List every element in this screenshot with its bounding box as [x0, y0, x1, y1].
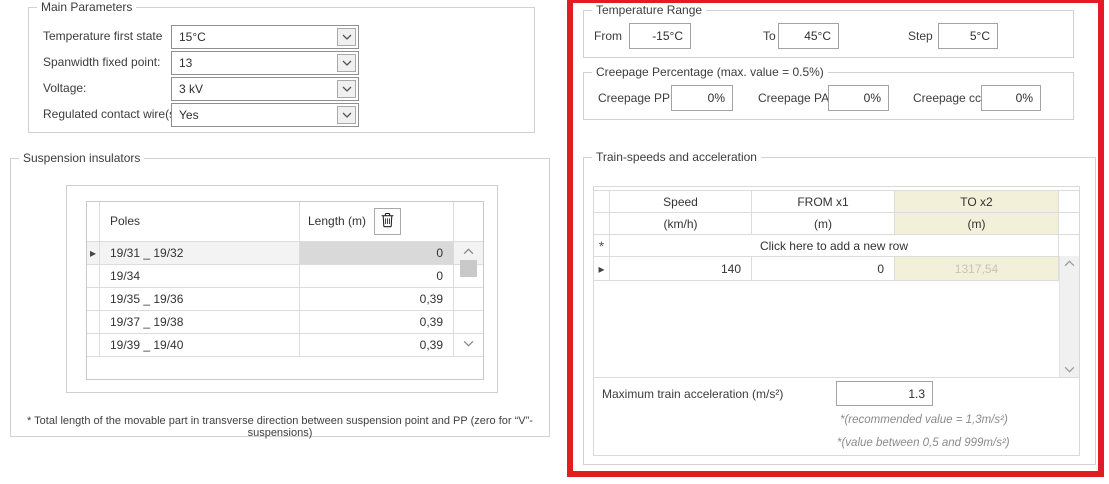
scroll-down-button[interactable] [1060, 366, 1079, 373]
creepage-pp-label: Creepage PP [598, 91, 670, 105]
table-row[interactable]: ▸ 19/31 _ 19/32 0 [87, 242, 483, 265]
chevron-up-icon [1064, 260, 1075, 267]
regulated-contact-wires-value: Yes [179, 108, 199, 122]
chevron-down-icon[interactable] [337, 54, 356, 72]
speed-column-header[interactable]: Speed [610, 191, 752, 212]
speed-unit-header: (km/h) [610, 213, 752, 234]
temperature-range-title: Temperature Range [592, 3, 706, 17]
chevron-down-icon[interactable] [337, 28, 356, 46]
vertical-scrollbar[interactable] [1059, 256, 1079, 377]
suspension-insulators-group: Suspension insulators Poles Length (m) [10, 158, 550, 437]
to-unit-header: (m) [895, 213, 1059, 234]
to-x2-cell: 1317,54 [895, 257, 1059, 280]
add-new-row-text[interactable]: Click here to add a new row [610, 235, 1059, 256]
temperature-first-state-value: 15°C [179, 30, 206, 44]
voltage-select[interactable]: 3 kV [171, 77, 359, 101]
chevron-up-icon [463, 248, 474, 255]
from-x1-cell[interactable]: 0 [752, 257, 895, 280]
scrollbar-header-cell [1059, 191, 1079, 212]
creepage-percentage-group: Creepage Percentage (max. value = 0.5%) … [583, 72, 1074, 120]
chevron-down-icon [1064, 366, 1075, 373]
max-acceleration-label: Maximum train acceleration (m/s²) [602, 387, 783, 401]
temperature-from-input[interactable] [629, 23, 691, 49]
table-header-row: Speed FROM x1 TO x2 [594, 190, 1079, 213]
scrollbar-header-cell [454, 202, 483, 241]
spanwidth-fixed-point-select[interactable]: 13 [171, 51, 359, 75]
train-speeds-title: Train-speeds and acceleration [592, 150, 761, 164]
temperature-step-input[interactable] [938, 23, 998, 49]
row-selector-header-cell [87, 202, 100, 241]
scrollbar-thumb[interactable] [460, 260, 477, 277]
new-row-asterisk-icon: * [594, 235, 610, 256]
regulated-contact-wires-label: Regulated contact wire(s): [43, 107, 182, 121]
table-row[interactable]: 19/34 0 [87, 265, 483, 288]
section-divider [594, 377, 1079, 378]
temperature-to-input[interactable] [778, 23, 839, 49]
temperature-range-group: Temperature Range From To Step [583, 10, 1074, 58]
to-x2-column-header[interactable]: TO x2 [895, 191, 1059, 212]
train-speeds-container: Speed FROM x1 TO x2 (km/h) [593, 186, 1080, 456]
regulated-contact-wires-select[interactable]: Yes [171, 103, 359, 127]
creepage-pa-label: Creepage PA [758, 91, 829, 105]
table-header-row: Poles Length (m) [87, 202, 483, 242]
temperature-first-state-select[interactable]: 15°C [171, 25, 359, 49]
table-row[interactable]: 19/35 _ 19/36 0,39 [87, 288, 483, 311]
to-label: To [763, 29, 776, 43]
from-unit-header: (m) [752, 213, 895, 234]
from-label: From [594, 29, 622, 43]
scroll-up-button[interactable] [1060, 260, 1079, 267]
voltage-value: 3 kV [179, 82, 203, 96]
selected-cell[interactable]: 0 [300, 242, 454, 264]
table-row[interactable]: 19/37 _ 19/38 0,39 [87, 311, 483, 334]
creepage-cc-input[interactable] [981, 85, 1041, 111]
current-row-arrow-icon: ▸ [594, 257, 610, 280]
chevron-down-icon[interactable] [337, 80, 356, 98]
vertical-scrollbar[interactable] [454, 242, 483, 357]
spanwidth-fixed-point-label: Spanwidth fixed point: [43, 55, 160, 69]
add-new-row[interactable]: * Click here to add a new row [594, 235, 1079, 257]
suspension-insulators-table: Poles Length (m) [86, 201, 484, 380]
max-acceleration-input[interactable] [836, 381, 933, 406]
voltage-label: Voltage: [43, 81, 86, 95]
from-x1-column-header[interactable]: FROM x1 [752, 191, 895, 212]
chevron-down-icon [463, 340, 474, 347]
delete-column-button[interactable] [374, 208, 401, 235]
recommended-value-note: *(recommended value = 1,3m/s²) [840, 414, 1008, 426]
speed-cell[interactable]: 140 [610, 257, 752, 280]
main-parameters-title: Main Parameters [37, 0, 136, 14]
spanwidth-fixed-point-value: 13 [179, 56, 192, 70]
scroll-down-button[interactable] [454, 340, 483, 347]
train-speeds-table: Speed FROM x1 TO x2 (km/h) [594, 190, 1079, 281]
row-selector-header-cell [594, 191, 610, 212]
table-unit-row: (km/h) (m) (m) [594, 213, 1079, 235]
suspension-insulators-title: Suspension insulators [19, 151, 144, 165]
creepage-cc-label: Creepage cc [913, 91, 981, 105]
temperature-first-state-label: Temperature first state [43, 29, 162, 43]
app-window: Main Parameters Temperature first state … [0, 0, 1109, 484]
table-row[interactable]: ▸ 140 0 1317,54 [594, 257, 1079, 281]
length-column-header[interactable]: Length (m) [300, 202, 454, 241]
main-parameters-group: Main Parameters Temperature first state … [28, 7, 535, 133]
table-row[interactable]: 19/39 _ 19/40 0,39 [87, 334, 483, 357]
current-row-arrow-icon: ▸ [87, 242, 100, 264]
creepage-title: Creepage Percentage (max. value = 0.5%) [592, 65, 828, 79]
train-speeds-group: Train-speeds and acceleration Speed FROM… [583, 157, 1096, 465]
chevron-down-icon[interactable] [337, 106, 356, 124]
creepage-pp-input[interactable] [671, 85, 733, 111]
value-range-note: *(value between 0,5 and 999m/s²) [837, 437, 1010, 449]
poles-column-header[interactable]: Poles [100, 202, 300, 241]
suspension-footnote: * Total length of the movable part in tr… [11, 415, 549, 439]
scroll-up-button[interactable] [454, 248, 483, 255]
trash-icon [380, 212, 395, 231]
scrollbar-cell [1059, 235, 1079, 256]
creepage-pa-input[interactable] [828, 85, 889, 111]
suspension-insulators-panel: Poles Length (m) [66, 185, 498, 393]
step-label: Step [908, 29, 933, 43]
scrollbar-cell [1059, 213, 1079, 234]
